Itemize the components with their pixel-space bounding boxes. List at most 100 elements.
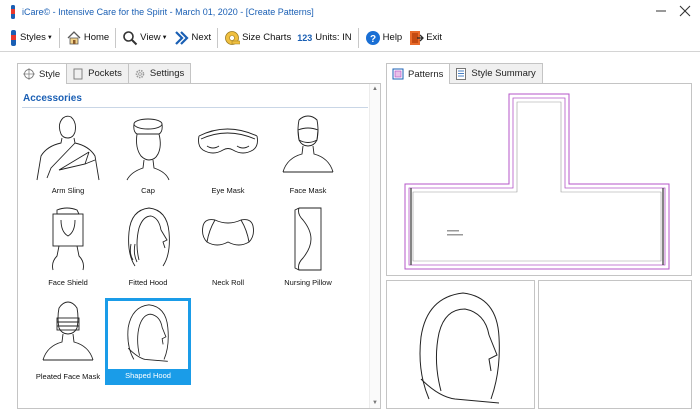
styles-dropdown[interactable]: Styles ▼: [6, 26, 56, 50]
exit-door-icon: [410, 30, 425, 45]
nursing-pillow-icon: [294, 207, 322, 271]
section-title: Accessories: [23, 93, 82, 104]
tape-measure-icon: [225, 30, 241, 45]
tab-style-summary-label: Style Summary: [471, 68, 536, 79]
neck-roll-icon: [202, 219, 254, 246]
toolbar-divider: [115, 27, 117, 48]
pattern-seam-line: [412, 101, 662, 262]
item-arm-sling[interactable]: Arm Sling: [25, 112, 111, 195]
toolbar-divider: [217, 27, 219, 48]
vertical-scrollbar[interactable]: ▲ ▼: [369, 84, 380, 408]
size-charts-label: Size Charts: [242, 32, 292, 43]
double-chevron-right-icon: [174, 30, 189, 45]
pattern-annotation-mark: [447, 234, 463, 236]
units-button[interactable]: 123 Units: IN: [294, 26, 354, 50]
gear-icon: [135, 69, 145, 78]
view-dropdown[interactable]: View ▼: [119, 26, 170, 50]
tab-patterns[interactable]: Patterns: [386, 63, 451, 84]
tab-pockets-label: Pockets: [88, 68, 122, 79]
right-tab-strip: Patterns Style Summary: [386, 63, 543, 84]
shaped-hood-icon: [127, 304, 169, 362]
chevron-down-icon: ▼: [46, 34, 53, 41]
tab-pockets[interactable]: Pockets: [66, 63, 129, 83]
exit-label: Exit: [426, 32, 443, 43]
styles-label: Styles: [20, 32, 46, 43]
patterns-icon: [392, 68, 404, 80]
pattern-outer-outline: [404, 93, 670, 270]
item-shaped-hood[interactable]: Shaped Hood: [105, 298, 191, 385]
pattern-canvas[interactable]: [386, 83, 692, 276]
cap-icon: [126, 118, 170, 181]
app-logo-icon: [11, 5, 15, 19]
home-icon: [67, 30, 81, 44]
tab-settings[interactable]: Settings: [127, 63, 192, 83]
item-label: Cap: [141, 186, 155, 195]
help-icon: ?: [365, 30, 380, 45]
item-neck-roll[interactable]: Neck Roll: [185, 204, 271, 287]
style-icon: [23, 68, 35, 80]
arm-sling-icon: [36, 115, 100, 181]
item-label: Shaped Hood: [108, 369, 188, 382]
eye-mask-icon: [198, 128, 258, 154]
view-label: View: [140, 32, 161, 43]
item-fitted-hood[interactable]: Fitted Hood: [105, 204, 191, 287]
styles-icon: [11, 29, 16, 46]
units-label: Units: IN: [315, 32, 352, 43]
tab-style-summary[interactable]: Style Summary: [449, 63, 543, 83]
help-button[interactable]: ? Help: [362, 26, 406, 50]
accessories-panel: Accessories ▲ ▼ Arm Sling Cap Eye Mask F…: [17, 83, 381, 409]
item-label: Face Mask: [289, 186, 327, 195]
tab-patterns-label: Patterns: [408, 68, 444, 80]
pattern-annotation-mark: [447, 230, 459, 232]
tab-style-label: Style: [39, 68, 61, 80]
toolbar-divider: [58, 27, 60, 48]
section-divider: [22, 107, 368, 108]
close-icon[interactable]: [678, 4, 692, 18]
title-bar: iCare© - Intensive Care for the Spirit -…: [0, 0, 700, 24]
scroll-down-arrow-icon[interactable]: ▼: [372, 400, 378, 406]
face-mask-icon: [282, 115, 334, 173]
exit-button[interactable]: Exit: [405, 26, 445, 50]
size-charts-button[interactable]: Size Charts: [221, 26, 294, 50]
item-face-mask[interactable]: Face Mask: [265, 112, 351, 195]
pocket-icon: [73, 68, 83, 79]
tab-settings-label: Settings: [149, 68, 185, 79]
next-button[interactable]: Next: [171, 26, 215, 50]
units-number-icon: 123: [297, 32, 313, 43]
item-label: Nursing Pillow: [284, 278, 332, 287]
magnifier-icon: [123, 30, 138, 45]
toolbar-divider: [357, 27, 359, 48]
item-label: Fitted Hood: [128, 278, 168, 287]
summary-icon: [456, 67, 467, 80]
home-button[interactable]: Home: [63, 26, 112, 50]
minimize-icon[interactable]: [655, 5, 667, 17]
item-face-shield[interactable]: Face Shield: [25, 204, 111, 287]
scroll-up-arrow-icon[interactable]: ▲: [372, 86, 378, 92]
left-tab-strip: Style Pockets Settings: [17, 63, 192, 84]
empty-preview-pane: [538, 280, 692, 409]
window-title: iCare© - Intensive Care for the Spirit -…: [22, 7, 314, 17]
home-label: Home: [83, 32, 110, 43]
pattern-inner-outline: [408, 97, 666, 266]
pleated-face-mask-icon: [42, 301, 94, 361]
svg-text:?: ?: [370, 34, 376, 45]
chevron-down-icon: ▼: [161, 34, 168, 41]
item-eye-mask[interactable]: Eye Mask: [185, 112, 271, 195]
fitted-hood-icon: [128, 207, 170, 267]
style-preview-pane: [386, 280, 535, 409]
tab-style[interactable]: Style: [17, 63, 68, 84]
face-shield-icon: [52, 207, 84, 271]
item-label: Arm Sling: [51, 186, 85, 195]
item-label: Pleated Face Mask: [35, 372, 101, 381]
item-label: Face Shield: [48, 278, 88, 287]
item-cap[interactable]: Cap: [105, 112, 191, 195]
item-label: Eye Mask: [211, 186, 245, 195]
help-label: Help: [382, 32, 403, 43]
shaped-hood-preview-icon: [419, 292, 500, 404]
item-nursing-pillow[interactable]: Nursing Pillow: [265, 204, 351, 287]
pattern-drawing: [404, 93, 670, 270]
next-label: Next: [191, 32, 212, 43]
main-toolbar: Styles ▼ Home View ▼ Next Size Charts 12…: [0, 24, 700, 52]
item-label: Neck Roll: [211, 278, 245, 287]
item-pleated-face-mask[interactable]: Pleated Face Mask: [25, 298, 111, 381]
